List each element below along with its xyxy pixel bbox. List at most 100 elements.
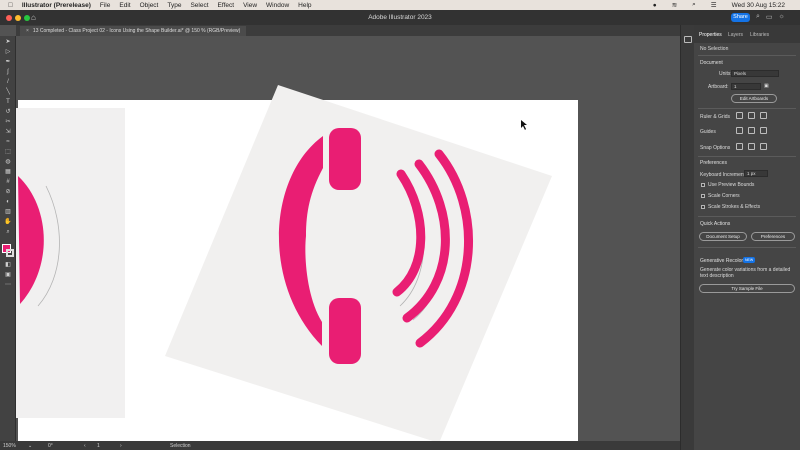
menu-clock[interactable]: Wed 30 Aug 15:22 — [732, 2, 785, 9]
scale-corners-label: Scale Corners — [708, 193, 740, 199]
rotate-tool-icon[interactable]: ↺ — [4, 109, 12, 116]
menu-help[interactable]: Help — [298, 2, 311, 9]
phone-handset-top[interactable] — [329, 128, 361, 190]
warp-tool-icon[interactable]: ≈ — [4, 139, 12, 146]
rotation-value[interactable]: 0° — [48, 443, 53, 449]
control-center-icon[interactable]: ☰ — [711, 1, 717, 9]
scale-tool-icon[interactable]: ⇲ — [4, 129, 12, 136]
rulers-icon[interactable] — [736, 112, 743, 119]
menu-edit[interactable]: Edit — [119, 2, 130, 9]
search-icon[interactable]: ⌕ — [756, 13, 760, 21]
wifi-icon[interactable]: ≋ — [672, 1, 677, 9]
artboard-nav-icon[interactable]: ‹ — [84, 443, 86, 449]
artboard-options-icon[interactable]: ▣ — [764, 83, 769, 89]
scissors-tool-icon[interactable]: ✂ — [4, 119, 12, 126]
zoom-dropdown-icon[interactable]: ⌄ — [28, 443, 32, 449]
menu-window[interactable]: Window — [266, 2, 289, 9]
zoom-tool-icon[interactable]: ⌕ — [4, 229, 12, 236]
perspective-tool-icon[interactable]: ▦ — [4, 169, 12, 176]
more-tools-icon[interactable]: ⋯ — [4, 282, 12, 289]
menu-type[interactable]: Type — [167, 2, 181, 9]
clear-guides-icon[interactable] — [760, 127, 767, 134]
use-preview-bounds-checkbox[interactable] — [701, 183, 705, 187]
units-dropdown[interactable]: Pixels — [731, 70, 779, 77]
keyboard-increment-value: 1 px — [747, 171, 756, 176]
blend-tool-icon[interactable]: ◐ — [4, 199, 12, 206]
tab-properties[interactable]: Properties — [699, 32, 722, 38]
divider — [698, 55, 796, 56]
title-bar-icons: ⌕ ▭ ☼ — [756, 13, 785, 21]
hand-tool-icon[interactable]: ✋ — [4, 219, 12, 226]
keyboard-increment-input[interactable]: 1 px — [744, 170, 768, 177]
document-setup-button[interactable]: Document Setup — [699, 232, 747, 241]
snap-to-pixel-icon[interactable] — [748, 143, 755, 150]
divider — [698, 108, 796, 109]
zoom-level[interactable]: 150% — [3, 443, 16, 449]
partial-pink-shape[interactable] — [18, 176, 44, 304]
pixel-grid-icon[interactable] — [760, 112, 767, 119]
document-tab-bar: × 13 Completed - Class Project 02 - Icons… — [16, 25, 680, 36]
tab-layers[interactable]: Layers — [728, 32, 743, 38]
divider — [698, 247, 796, 248]
close-tab-icon[interactable]: × — [26, 28, 29, 34]
preferences-heading: Preferences — [700, 160, 727, 166]
color-mode-icon[interactable]: ◧ — [4, 262, 12, 269]
spotlight-icon[interactable]: ⌕ — [692, 1, 696, 9]
discover-icon[interactable]: ☼ — [779, 13, 785, 21]
phone-handset-bottom[interactable] — [329, 298, 361, 364]
eyedropper-tool-icon[interactable]: ⊘ — [4, 189, 12, 196]
canvas[interactable] — [16, 36, 680, 441]
grid-icon[interactable] — [748, 112, 755, 119]
screen-record-icon[interactable]: ● — [653, 2, 657, 9]
document-tab[interactable]: × 13 Completed - Class Project 02 - Icons… — [20, 26, 247, 36]
mouse-cursor-icon — [521, 120, 527, 130]
menu-view[interactable]: View — [243, 2, 257, 9]
generative-recolor-heading: Generative Recolor — [700, 258, 744, 264]
use-preview-bounds-label: Use Preview Bounds — [708, 182, 755, 188]
screen-mode-icon[interactable]: ▣ — [4, 272, 12, 279]
scale-strokes-checkbox[interactable] — [701, 205, 705, 209]
brush-tool-icon[interactable]: / — [4, 79, 12, 86]
units-label: Units: — [719, 71, 732, 77]
macos-menu-bar:  Illustrator (Prerelease) File Edit Obj… — [0, 0, 800, 10]
menu-app-name[interactable]: Illustrator (Prerelease) — [22, 2, 91, 9]
artboard-number[interactable]: 1 — [97, 443, 100, 449]
try-sample-file-button[interactable]: Try Sample File — [699, 284, 795, 293]
scale-corners-checkbox[interactable] — [701, 194, 705, 198]
artboard-next-icon[interactable]: › — [120, 443, 122, 449]
graph-tool-icon[interactable]: ▥ — [4, 209, 12, 216]
arrange-icon[interactable]: ▭ — [766, 13, 773, 21]
selection-tool-icon[interactable]: ➤ — [4, 39, 12, 46]
menu-select[interactable]: Select — [190, 2, 208, 9]
artboard-dropdown[interactable]: 1 — [731, 83, 761, 90]
share-button[interactable]: Share — [731, 13, 750, 22]
artwork-layer — [18, 85, 552, 441]
snap-to-point-icon[interactable] — [736, 143, 743, 150]
edit-artboards-button[interactable]: Edit Artboards — [731, 94, 777, 103]
free-transform-tool-icon[interactable]: ⬚ — [4, 149, 12, 156]
direct-selection-tool-icon[interactable]: ▷ — [4, 49, 12, 56]
type-tool-icon[interactable]: T — [4, 99, 12, 106]
document-heading: Document — [700, 60, 723, 66]
menu-effect[interactable]: Effect — [218, 2, 235, 9]
artboard-value: 1 — [734, 84, 737, 89]
line-tool-icon[interactable]: ╲ — [4, 89, 12, 96]
stroke-swatch[interactable] — [6, 249, 14, 257]
apple-menu-icon[interactable]:  — [8, 2, 13, 9]
ruler-grids-label: Ruler & Grids — [700, 114, 731, 120]
comments-icon[interactable] — [684, 36, 692, 43]
preferences-button[interactable]: Preferences — [751, 232, 795, 241]
lock-guides-icon[interactable] — [748, 127, 755, 134]
pen-tool-icon[interactable]: ✒ — [4, 59, 12, 66]
new-badge: NEW — [743, 257, 756, 263]
tab-libraries[interactable]: Libraries — [750, 32, 769, 38]
mesh-tool-icon[interactable]: # — [4, 179, 12, 186]
properties-panel: Properties Layers Libraries No Selection… — [694, 25, 800, 450]
shape-builder-tool-icon[interactable]: ◍ — [4, 159, 12, 166]
quick-actions-heading: Quick Actions — [700, 221, 731, 227]
curvature-tool-icon[interactable]: ∫ — [4, 69, 12, 76]
snap-to-glyph-icon[interactable] — [760, 143, 767, 150]
show-guides-icon[interactable] — [736, 127, 743, 134]
menu-file[interactable]: File — [100, 2, 110, 9]
menu-object[interactable]: Object — [140, 2, 159, 9]
